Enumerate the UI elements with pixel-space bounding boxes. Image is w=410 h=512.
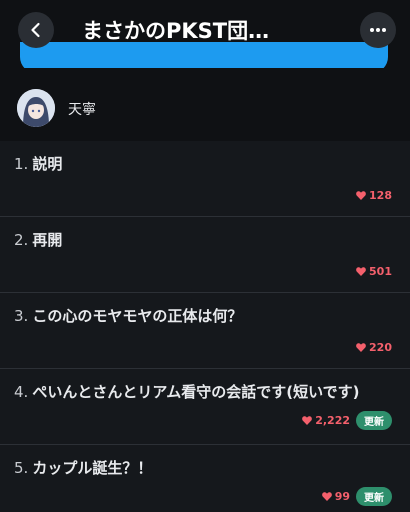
- avatar[interactable]: [17, 89, 55, 127]
- item-title: 5. カップル誕生？！: [14, 457, 152, 478]
- like-count-value: 99: [334, 490, 350, 503]
- item-meta: 99 更新: [321, 487, 392, 506]
- item-title: 4. ぺいんとさんとリアム看守の会話です(短いです): [14, 381, 360, 402]
- list-item[interactable]: 4. ぺいんとさんとリアム看守の会話です(短いです) 2,222 更新: [0, 369, 410, 445]
- item-number: 2.: [14, 231, 29, 249]
- item-number: 4.: [14, 383, 29, 401]
- more-button[interactable]: [360, 12, 396, 48]
- list-item[interactable]: 3. この心のモヤモヤの正体は何？ 220: [0, 293, 410, 369]
- item-meta: 501: [356, 265, 392, 278]
- like-count: 128: [356, 189, 392, 202]
- item-meta: 220: [356, 341, 392, 354]
- chevron-left-icon: [31, 22, 40, 38]
- heart-icon: [356, 343, 366, 352]
- heart-icon: [321, 492, 332, 501]
- item-meta: 128: [356, 189, 392, 202]
- heart-icon: [356, 267, 366, 276]
- header: まさかのPKST団…: [0, 0, 410, 73]
- item-title-text: ぺいんとさんとリアム看守の会話です(短いです): [32, 383, 360, 401]
- item-title: 3. この心のモヤモヤの正体は何？: [14, 305, 242, 326]
- item-number: 1.: [14, 155, 29, 173]
- more-horizontal-icon: [370, 28, 386, 32]
- item-title: 2. 再開: [14, 229, 62, 250]
- item-title-text: 説明: [32, 155, 63, 173]
- like-count-value: 2,222: [315, 414, 350, 427]
- like-count: 220: [356, 341, 392, 354]
- like-count-value: 128: [369, 189, 392, 202]
- heart-icon: [356, 191, 366, 200]
- list-item[interactable]: 2. 再開 501: [0, 217, 410, 293]
- item-title-text: カップル誕生？！: [32, 459, 153, 477]
- page-title: まさかのPKST団…: [82, 19, 270, 43]
- like-count-value: 220: [369, 341, 392, 354]
- like-count: 99: [321, 490, 350, 503]
- item-number: 3.: [14, 307, 29, 325]
- avatar-image: [17, 89, 55, 127]
- like-count: 501: [356, 265, 392, 278]
- author-name[interactable]: 天寧: [68, 99, 96, 119]
- item-number: 5.: [14, 459, 29, 477]
- item-title: 1. 説明: [14, 153, 62, 174]
- like-count-value: 501: [369, 265, 392, 278]
- back-button[interactable]: [18, 12, 54, 48]
- author-row[interactable]: 天寧: [0, 68, 410, 141]
- heart-icon: [302, 416, 313, 425]
- item-meta: 2,222 更新: [302, 411, 392, 430]
- updated-badge: 更新: [356, 487, 392, 506]
- item-title-text: 再開: [32, 231, 63, 249]
- like-count: 2,222: [302, 414, 350, 427]
- list-item[interactable]: 5. カップル誕生？！ 99 更新: [0, 445, 410, 512]
- item-title-text: この心のモヤモヤの正体は何？: [32, 307, 243, 325]
- updated-badge: 更新: [356, 411, 392, 430]
- chapter-list: 1. 説明 128 2. 再開 501 3. この心のモヤモヤの正体は何？ 22…: [0, 141, 410, 512]
- screen: まさかのPKST団… 天寧 1. 説明 128 2. 再開 501 3. この心…: [0, 0, 410, 512]
- list-item[interactable]: 1. 説明 128: [0, 141, 410, 217]
